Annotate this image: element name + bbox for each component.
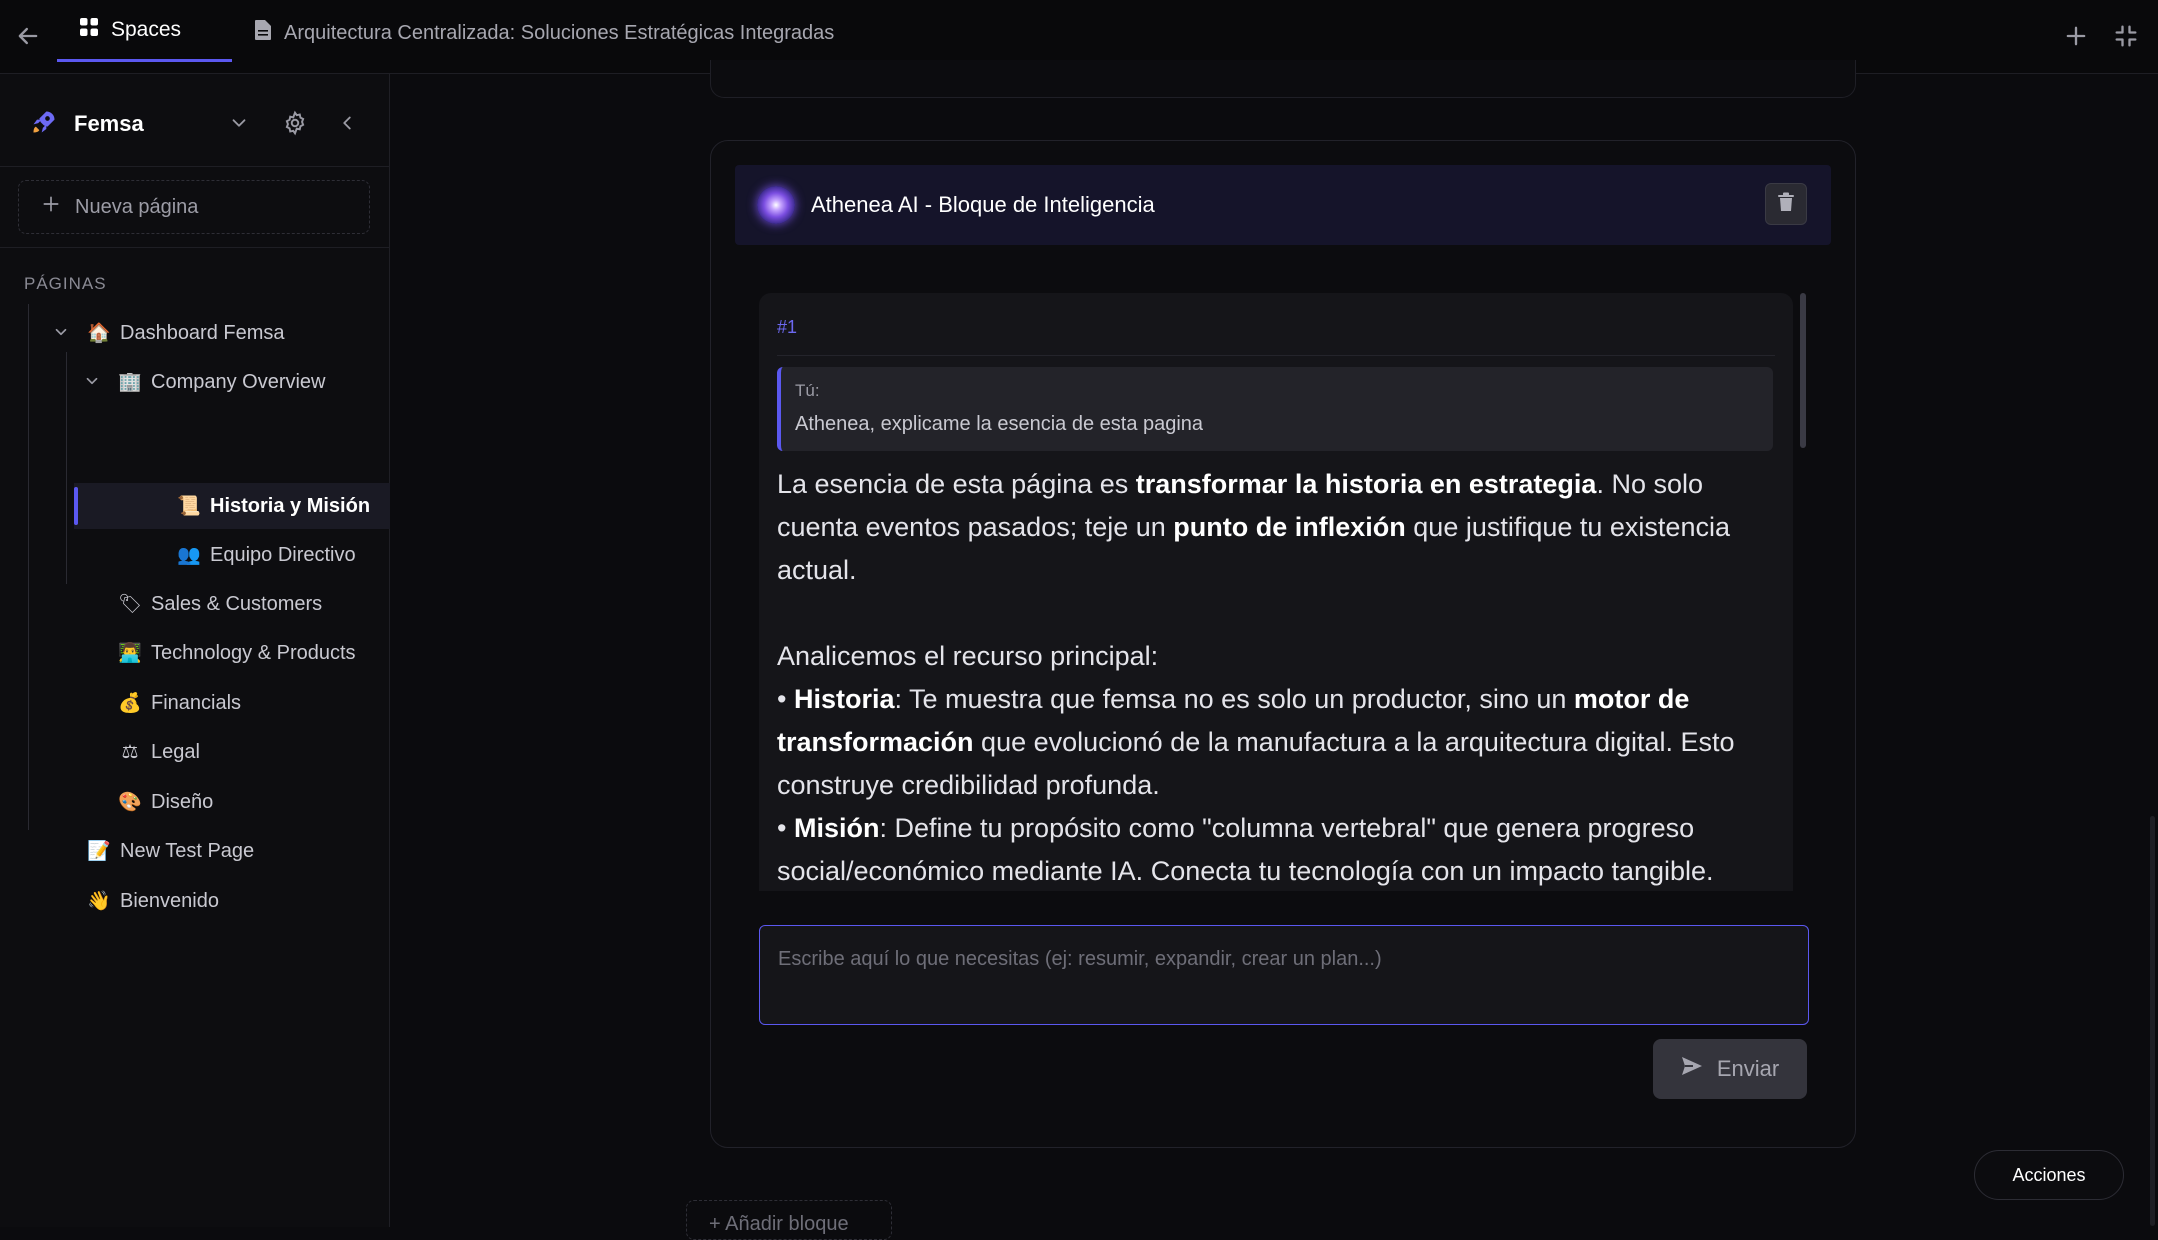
waving-hand-icon: 👋 [87, 891, 111, 912]
reply-text: : Define tu propósito como "columna vert… [777, 813, 1714, 886]
sidebar-item-label: New Test Page [120, 839, 255, 862]
sidebar: Femsa Nueva página PÁGINAS 🏠 Dashboard F… [0, 74, 390, 1227]
reply-bold: punto de inflexión [1173, 512, 1406, 542]
reply-bullet: • Historia: Te muestra que femsa no es s… [777, 678, 1777, 807]
sidebar-item-dashboard-femsa[interactable]: 🏠 Dashboard Femsa [0, 310, 390, 356]
sidebar-item-label: Bienvenido [120, 889, 219, 912]
reply-text: La esencia de esta página es [777, 469, 1136, 499]
turn-number: #1 [777, 317, 798, 337]
ai-block-header: Athenea AI - Bloque de Inteligencia [735, 165, 1831, 245]
tag-icon: 🏷 [117, 594, 143, 615]
technologist-icon: 👨‍💻 [118, 643, 142, 664]
reply-paragraph: Analicemos el recurso principal: [777, 641, 1159, 671]
back-arrow-icon[interactable] [14, 22, 42, 50]
sidebar-item-legal[interactable]: ⚖ Legal [0, 729, 390, 775]
sidebar-item-label: Equipo Directivo [210, 543, 356, 566]
new-page-label: Nueva página [75, 195, 199, 218]
house-icon: 🏠 [87, 323, 111, 344]
grid-icon [79, 17, 99, 43]
new-page-button[interactable]: Nueva página [18, 180, 370, 234]
send-button[interactable]: Enviar [1653, 1039, 1807, 1099]
send-icon [1681, 1056, 1703, 1082]
plus-icon[interactable] [2062, 22, 2090, 50]
athenea-orb-icon [757, 186, 795, 224]
sidebar-item-label: Financials [151, 691, 242, 714]
pages-section-label: PÁGINAS [24, 274, 107, 293]
chevron-down-icon[interactable] [228, 112, 250, 139]
sidebar-item-financials[interactable]: 💰 Financials [0, 680, 390, 726]
conversation-scrollbar[interactable] [1800, 293, 1806, 448]
document-icon [254, 19, 272, 47]
sidebar-item-diseno[interactable]: 🎨 Diseño [0, 779, 390, 825]
collapse-sidebar-icon[interactable] [336, 112, 358, 139]
office-building-icon: 🏢 [118, 372, 142, 393]
reply-paragraph: La esencia de esta página es transformar… [777, 463, 1777, 592]
user-label: Tú: [795, 381, 820, 400]
sidebar-item-new-test-page[interactable]: 📝 New Test Page [0, 828, 390, 874]
user-message: Tú: Athenea, explicame la esencia de est… [777, 367, 1773, 451]
reply-bold: transformar la historia en estrategia [1135, 469, 1597, 499]
sidebar-item-company-overview[interactable]: 🏢 Company Overview [0, 359, 390, 405]
sidebar-item-technology-products[interactable]: 👨‍💻 Technology & Products [0, 630, 390, 676]
sidebar-item-label: Dashboard Femsa [120, 321, 285, 344]
gear-icon[interactable] [282, 110, 308, 141]
previous-block [710, 60, 1856, 98]
trash-icon [1777, 192, 1795, 217]
chevron-down-icon[interactable] [83, 372, 101, 396]
memo-icon: 📝 [87, 841, 111, 862]
add-block-button[interactable]: + Añadir bloque [686, 1200, 892, 1240]
user-message-text: Athenea, explicame la esencia de esta pa… [795, 413, 1204, 435]
sidebar-item-label: Historia y Misión [210, 494, 371, 517]
plus-icon [41, 194, 61, 220]
reply-text: : Te muestra que femsa no es solo un pro… [894, 684, 1574, 714]
ai-block-title: Athenea AI - Bloque de Inteligencia [811, 192, 1155, 217]
tab-spaces[interactable]: Spaces [57, 0, 232, 62]
minimize-icon[interactable] [2112, 22, 2140, 50]
conversation-panel: #1 Tú: Athenea, explicame la esencia de … [759, 293, 1793, 891]
sidebar-item-bienvenido[interactable]: 👋 Bienvenido [0, 878, 390, 924]
sidebar-item-equipo-directivo[interactable]: 👥 Equipo Directivo [0, 532, 390, 578]
workspace-name: Femsa [74, 111, 144, 136]
workspace-switcher[interactable]: Femsa [30, 104, 370, 144]
active-indicator [74, 487, 78, 525]
divider [777, 355, 1775, 356]
send-label: Enviar [1716, 1056, 1780, 1081]
reply-bold: Misión [793, 813, 880, 843]
bullet: • [777, 684, 794, 714]
scroll-icon: 📜 [177, 496, 201, 517]
sidebar-item-historia-y-mision[interactable]: 📜 Historia y Misión [74, 483, 390, 529]
sidebar-item-label: Company Overview [151, 370, 326, 393]
reply-bold: Historia [793, 684, 895, 714]
delete-block-button[interactable] [1765, 183, 1807, 225]
document-title: Arquitectura Centralizada: Soluciones Es… [284, 21, 835, 44]
sidebar-item-label: Diseño [151, 790, 214, 813]
sidebar-item-label: Legal [151, 740, 200, 763]
ai-reply: La esencia de esta página es transformar… [777, 463, 1777, 891]
divider [0, 247, 390, 248]
actions-button[interactable]: Acciones [1974, 1150, 2124, 1200]
prompt-input[interactable] [759, 925, 1809, 1025]
tab-document[interactable]: Arquitectura Centralizada: Soluciones Es… [254, 0, 834, 66]
scales-icon: ⚖ [121, 741, 139, 763]
sidebar-item-label: Sales & Customers [151, 592, 323, 615]
ai-block: Athenea AI - Bloque de Inteligencia #1 T… [710, 140, 1856, 1148]
sidebar-item-sales-customers[interactable]: 🏷 Sales & Customers [0, 581, 390, 627]
page-scrollbar[interactable] [2150, 816, 2155, 1226]
bullet: • [777, 813, 794, 843]
sidebar-item-label: Technology & Products [151, 641, 356, 664]
chevron-down-icon[interactable] [52, 323, 70, 347]
tab-spaces-label: Spaces [111, 17, 182, 41]
reply-bullet: • Misión: Define tu propósito como "colu… [777, 807, 1777, 891]
rocket-icon [30, 108, 58, 141]
divider [0, 166, 390, 167]
palette-icon: 🎨 [118, 792, 142, 813]
people-icon: 👥 [177, 545, 201, 566]
money-bag-icon: 💰 [118, 693, 142, 714]
